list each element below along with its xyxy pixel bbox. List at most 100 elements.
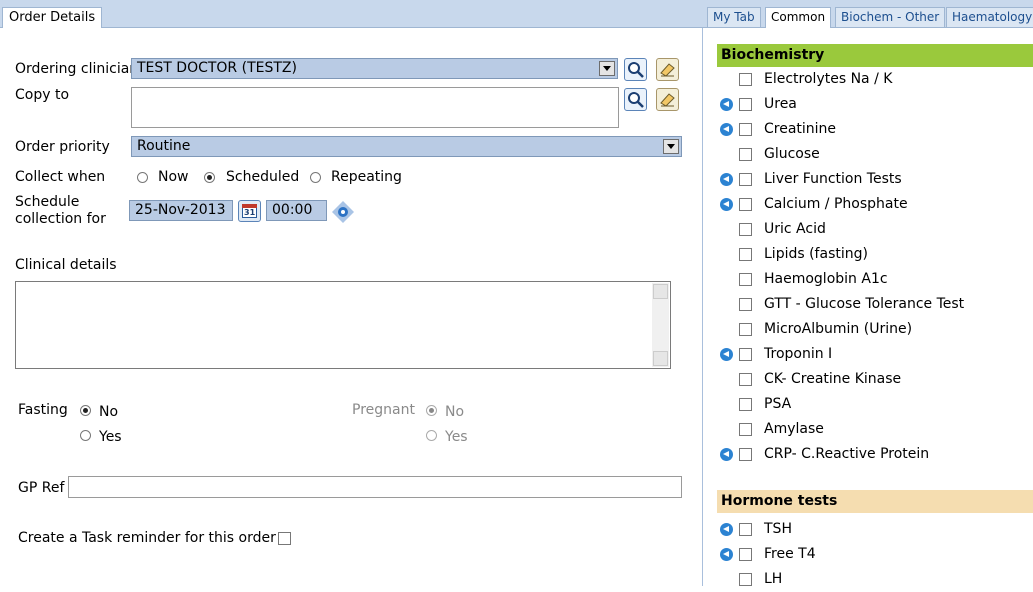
info-icon[interactable]	[720, 548, 733, 561]
test-label: Lipids (fasting)	[764, 246, 868, 262]
pregnant-yes-radio	[426, 430, 437, 441]
info-icon[interactable]	[720, 448, 733, 461]
test-checkbox[interactable]	[739, 373, 752, 386]
test-electrolytes[interactable]: Electrolytes Na / K	[717, 69, 1033, 92]
test-checkbox[interactable]	[739, 73, 752, 86]
collect-repeating-radio[interactable]	[310, 172, 321, 183]
schedule-label-line2: collection for	[15, 211, 106, 227]
test-checkbox[interactable]	[739, 348, 752, 361]
pregnant-label: Pregnant	[352, 402, 415, 418]
collect-scheduled-radio[interactable]	[204, 172, 215, 183]
search-icon[interactable]	[624, 58, 647, 81]
task-reminder-label: Create a Task reminder for this order	[18, 530, 276, 546]
test-checkbox[interactable]	[739, 123, 752, 136]
eraser-icon[interactable]	[656, 58, 679, 81]
test-label: Free T4	[764, 546, 816, 562]
test-checkbox[interactable]	[739, 273, 752, 286]
test-gtt[interactable]: GTT - Glucose Tolerance Test	[717, 294, 1033, 317]
test-label: GTT - Glucose Tolerance Test	[764, 296, 965, 312]
collect-scheduled-label: Scheduled	[226, 169, 300, 185]
test-checkbox[interactable]	[739, 423, 752, 436]
test-checkbox[interactable]	[739, 523, 752, 536]
test-crp[interactable]: CRP- C.Reactive Protein	[717, 444, 1033, 467]
pregnant-no-radio	[426, 405, 437, 416]
fasting-yes-radio[interactable]	[80, 430, 91, 441]
ordering-clinician-value: TEST DOCTOR (TESTZ)	[137, 60, 297, 76]
time-spinner-icon[interactable]	[331, 200, 355, 224]
fasting-no-radio[interactable]	[80, 405, 91, 416]
test-checkbox[interactable]	[739, 248, 752, 261]
info-icon[interactable]	[720, 173, 733, 186]
copy-to-label: Copy to	[15, 87, 70, 103]
ordering-clinician-select[interactable]: TEST DOCTOR (TESTZ)	[131, 58, 618, 79]
info-icon[interactable]	[720, 523, 733, 536]
test-hba1c[interactable]: Haemoglobin A1c	[717, 269, 1033, 292]
test-checkbox[interactable]	[739, 98, 752, 111]
chevron-down-icon[interactable]	[663, 139, 679, 154]
test-psa[interactable]: PSA	[717, 394, 1033, 417]
test-label: MicroAlbumin (Urine)	[764, 321, 913, 337]
tab-my-tab[interactable]: My Tab	[707, 7, 761, 27]
pregnant-yes-label: Yes	[445, 429, 468, 445]
order-priority-value: Routine	[137, 138, 191, 154]
test-checkbox[interactable]	[739, 298, 752, 311]
test-label: Urea	[764, 96, 797, 112]
order-priority-select[interactable]: Routine	[131, 136, 682, 157]
schedule-time-input[interactable]: 00:00	[266, 200, 327, 221]
tab-common[interactable]: Common	[765, 7, 832, 28]
collect-now-radio[interactable]	[137, 172, 148, 183]
info-icon[interactable]	[720, 348, 733, 361]
tab-order-details[interactable]: Order Details	[2, 7, 103, 28]
test-uric-acid[interactable]: Uric Acid	[717, 219, 1033, 242]
scrollbar[interactable]	[652, 283, 669, 367]
tab-haematology[interactable]: Haematology	[946, 7, 1033, 27]
scroll-up-icon[interactable]	[653, 284, 668, 299]
test-checkbox[interactable]	[739, 573, 752, 586]
test-lh[interactable]: LH	[717, 569, 1033, 592]
test-creatinine[interactable]: Creatinine	[717, 119, 1033, 142]
scroll-down-icon[interactable]	[653, 351, 668, 366]
test-checkbox[interactable]	[739, 173, 752, 186]
fasting-label: Fasting	[18, 402, 68, 418]
section-biochemistry: Biochemistry	[717, 44, 1033, 67]
test-checkbox[interactable]	[739, 223, 752, 236]
test-glucose[interactable]: Glucose	[717, 144, 1033, 167]
chevron-down-icon[interactable]	[599, 61, 615, 76]
test-checkbox[interactable]	[739, 448, 752, 461]
test-checkbox[interactable]	[739, 148, 752, 161]
schedule-collection-label: Schedule collection for	[15, 194, 106, 228]
info-icon[interactable]	[720, 98, 733, 111]
test-checkbox[interactable]	[739, 323, 752, 336]
task-reminder-checkbox[interactable]	[278, 532, 291, 545]
test-lft[interactable]: Liver Function Tests	[717, 169, 1033, 192]
info-icon[interactable]	[720, 198, 733, 211]
test-tsh[interactable]: TSH	[717, 519, 1033, 542]
info-icon[interactable]	[720, 123, 733, 136]
test-label: TSH	[764, 521, 792, 537]
test-lipids[interactable]: Lipids (fasting)	[717, 244, 1033, 267]
eraser-icon[interactable]	[656, 88, 679, 111]
test-troponin[interactable]: Troponin I	[717, 344, 1033, 367]
clinical-details-textarea[interactable]	[15, 281, 671, 369]
test-urea[interactable]: Urea	[717, 94, 1033, 117]
test-checkbox[interactable]	[739, 548, 752, 561]
collect-repeating-label: Repeating	[331, 169, 402, 185]
calendar-icon[interactable]: 31	[238, 200, 261, 222]
test-checkbox[interactable]	[739, 198, 752, 211]
search-icon[interactable]	[624, 88, 647, 111]
section-hormone-tests: Hormone tests	[717, 490, 1033, 513]
test-label: Uric Acid	[764, 221, 826, 237]
test-free-t4[interactable]: Free T4	[717, 544, 1033, 567]
test-checkbox[interactable]	[739, 398, 752, 411]
test-microalbumin[interactable]: MicroAlbumin (Urine)	[717, 319, 1033, 342]
gp-ref-label: GP Ref	[18, 480, 65, 496]
test-calcium[interactable]: Calcium / Phosphate	[717, 194, 1033, 217]
tab-biochem-other[interactable]: Biochem - Other	[835, 7, 946, 27]
schedule-date-value: 25-Nov-2013	[135, 202, 226, 218]
test-ck[interactable]: CK- Creatine Kinase	[717, 369, 1033, 392]
test-label: CK- Creatine Kinase	[764, 371, 902, 387]
copy-to-input[interactable]	[131, 87, 619, 128]
test-amylase[interactable]: Amylase	[717, 419, 1033, 442]
schedule-date-input[interactable]: 25-Nov-2013	[129, 200, 233, 221]
gp-ref-input[interactable]	[68, 476, 682, 498]
